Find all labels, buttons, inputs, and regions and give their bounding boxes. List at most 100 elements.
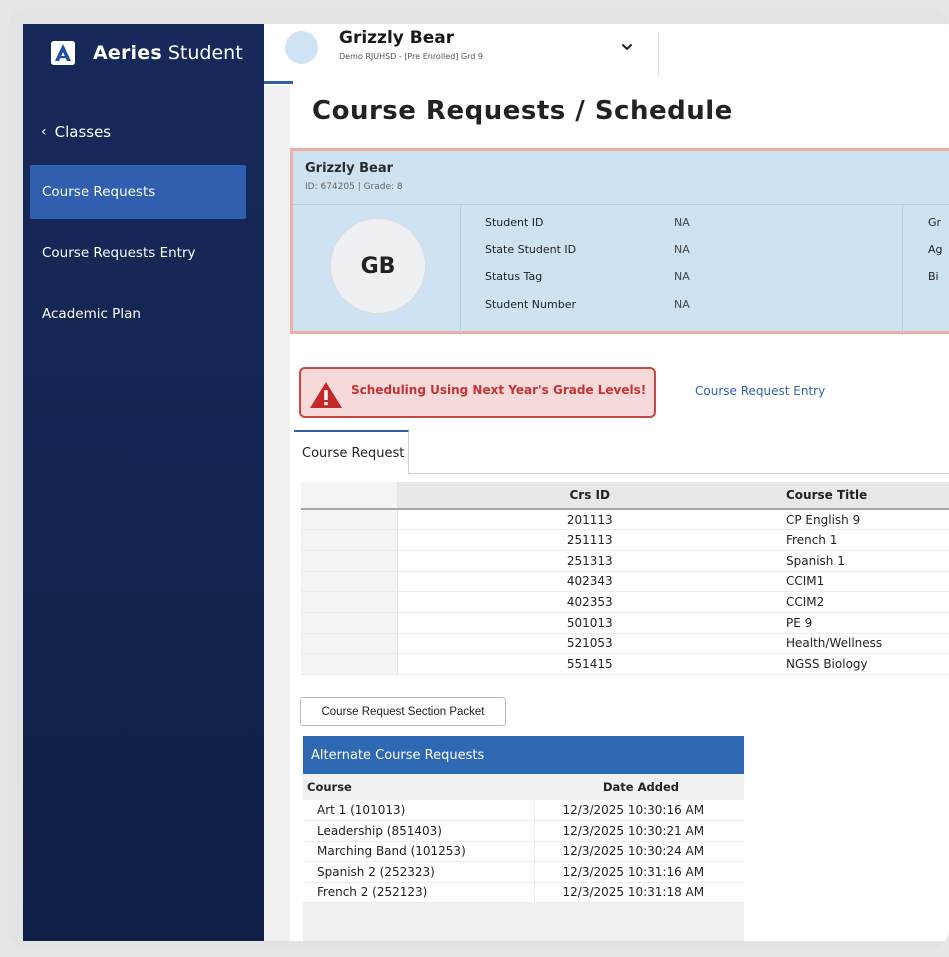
sidebar-item-course-requests-entry[interactable]: Course Requests Entry (30, 226, 246, 280)
table-row[interactable]: 402343 CCIM1 (301, 571, 949, 593)
row-select-cell[interactable] (301, 591, 398, 613)
table-header-row: Crs ID Course Title (301, 482, 949, 510)
alt-date-cell: 12/3/2025 10:30:24 AM (533, 841, 744, 862)
crs-id-cell: 521053 (397, 633, 782, 655)
field-label-student-number: Student Number (485, 298, 576, 311)
alt-date-cell: 12/3/2025 10:31:16 AM (533, 861, 744, 883)
tab-underline (409, 473, 949, 474)
back-to-classes-link[interactable]: ‹ Classes (41, 123, 111, 141)
alt-course-cell: Art 1 (101013) (303, 800, 534, 821)
sidebar-item-course-requests[interactable]: Course Requests (30, 165, 246, 219)
course-title-cell: NGSS Biology (782, 653, 949, 675)
field-value-student-number: NA (674, 298, 690, 311)
sidebar-item-label: Course Requests Entry (42, 245, 196, 261)
divider (658, 32, 659, 76)
crs-id-cell: 402343 (397, 571, 782, 593)
column-header-course[interactable]: Course (303, 774, 534, 800)
field-value-student-id: NA (674, 216, 690, 229)
course-request-section-packet-button[interactable]: Course Request Section Packet (300, 697, 506, 726)
course-request-entry-link[interactable]: Course Request Entry (695, 384, 825, 398)
table-row[interactable]: 551415 NGSS Biology (301, 653, 949, 675)
course-title-cell: CCIM1 (782, 571, 949, 593)
student-name: Grizzly Bear (339, 28, 455, 48)
field-label-truncated: Bi (928, 270, 939, 283)
course-title-cell: CP English 9 (782, 509, 949, 531)
main-content: Course Requests / Schedule Grizzly Bear … (264, 86, 949, 941)
brand-logo[interactable]: Aeries Student (51, 36, 243, 70)
table-row[interactable]: Art 1 (101013) 12/3/2025 10:30:16 AM (303, 800, 744, 821)
sidebar: Aeries Student ‹ Classes Course Requests… (23, 24, 264, 941)
table-row[interactable]: 402353 CCIM2 (301, 591, 949, 613)
row-select-cell[interactable] (301, 571, 398, 593)
scheduling-alert: Scheduling Using Next Year's Grade Level… (299, 367, 656, 418)
course-title-cell: Spanish 1 (782, 550, 949, 572)
row-select-cell[interactable] (301, 509, 398, 531)
course-title-cell: PE 9 (782, 612, 949, 634)
top-bar: Grizzly Bear Demo RJUHSD - [Pre Enrolled… (264, 24, 949, 86)
warning-icon (310, 382, 342, 408)
table-row[interactable]: 251113 French 1 (301, 529, 949, 551)
field-value-status-tag: NA (674, 270, 690, 283)
card-avatar-cell: GB (293, 205, 461, 335)
card-details: GB Student ID NA State Student ID NA Sta… (293, 204, 949, 335)
table-row[interactable]: 201113 CP English 9 (301, 509, 949, 531)
table-row[interactable]: French 2 (252123) 12/3/2025 10:31:18 AM (303, 882, 744, 903)
column-header-select (301, 482, 398, 510)
course-title-cell: CCIM2 (782, 591, 949, 613)
alternate-requests-table: Course Date Added Art 1 (101013) 12/3/202… (303, 774, 744, 903)
alt-date-cell: 12/3/2025 10:31:18 AM (533, 882, 744, 903)
course-title-cell: Health/Wellness (782, 633, 949, 655)
alt-course-cell: Leadership (851403) (303, 820, 534, 842)
student-info-card: Grizzly Bear ID: 674205 | Grade: 8 GB St… (290, 148, 949, 335)
alt-date-cell: 12/3/2025 10:30:21 AM (533, 820, 744, 842)
table-row[interactable]: Marching Band (101253) 12/3/2025 10:30:24… (303, 841, 744, 862)
row-select-cell[interactable] (301, 550, 398, 572)
page-title: Course Requests / Schedule (312, 96, 733, 126)
row-select-cell[interactable] (301, 633, 398, 655)
field-label-state-student-id: State Student ID (485, 243, 577, 256)
alternate-requests-title: Alternate Course Requests (303, 736, 744, 774)
screenshot-frame: Aeries Student ‹ Classes Course Requests… (8, 8, 949, 949)
table-row[interactable]: 501013 PE 9 (301, 612, 949, 634)
table-header-row: Course Date Added (303, 774, 744, 800)
chevron-down-icon[interactable] (620, 40, 634, 54)
avatar[interactable] (285, 31, 318, 64)
chevron-left-icon: ‹ (41, 124, 47, 140)
alt-course-cell: Spanish 2 (252323) (303, 861, 534, 883)
field-label-status-tag: Status Tag (485, 270, 543, 283)
card-column-divider (902, 205, 903, 335)
column-header-date-added[interactable]: Date Added (534, 774, 744, 800)
row-select-cell[interactable] (301, 529, 398, 551)
crs-id-cell: 402353 (397, 591, 782, 613)
table-row[interactable]: 521053 Health/Wellness (301, 633, 949, 655)
app-window: Aeries Student ‹ Classes Course Requests… (23, 24, 949, 941)
course-title-cell: French 1 (782, 529, 949, 551)
column-header-course-title[interactable]: Course Title (782, 482, 949, 510)
alt-course-cell: French 2 (252123) (303, 882, 534, 903)
content-gutter (264, 86, 290, 941)
table-row[interactable]: 251313 Spanish 1 (301, 550, 949, 572)
table-row[interactable]: Leadership (851403) 12/3/2025 10:30:21 AM (303, 820, 744, 842)
sidebar-item-label: Academic Plan (42, 306, 141, 322)
sidebar-item-academic-plan[interactable]: Academic Plan (30, 287, 246, 341)
brand-name: Aeries (93, 42, 162, 64)
aeries-logo-icon (51, 41, 75, 65)
alt-course-cell: Marching Band (101253) (303, 841, 534, 862)
table-row[interactable]: Spanish 2 (252323) 12/3/2025 10:31:16 AM (303, 861, 744, 883)
column-header-crs-id[interactable]: Crs ID (397, 482, 782, 510)
crs-id-cell: 551415 (397, 653, 782, 675)
row-select-cell[interactable] (301, 612, 398, 634)
crs-id-cell: 251313 (397, 550, 782, 572)
crs-id-cell: 251113 (397, 529, 782, 551)
tab-course-request[interactable]: Course Request (294, 430, 409, 474)
alt-date-cell: 12/3/2025 10:30:16 AM (533, 800, 744, 821)
student-school-info: Demo RJUHSD - [Pre Enrolled] Grd 9 (339, 52, 483, 61)
crs-id-cell: 501013 (397, 612, 782, 634)
alternate-course-requests-panel: Alternate Course Requests Course Date Ad… (303, 736, 744, 941)
field-label-student-id: Student ID (485, 216, 544, 229)
field-label-truncated: Gr (928, 216, 942, 229)
field-label-truncated: Ag (928, 243, 943, 256)
brand-product: Student (167, 42, 243, 64)
sidebar-item-label: Course Requests (42, 184, 156, 200)
row-select-cell[interactable] (301, 653, 398, 675)
